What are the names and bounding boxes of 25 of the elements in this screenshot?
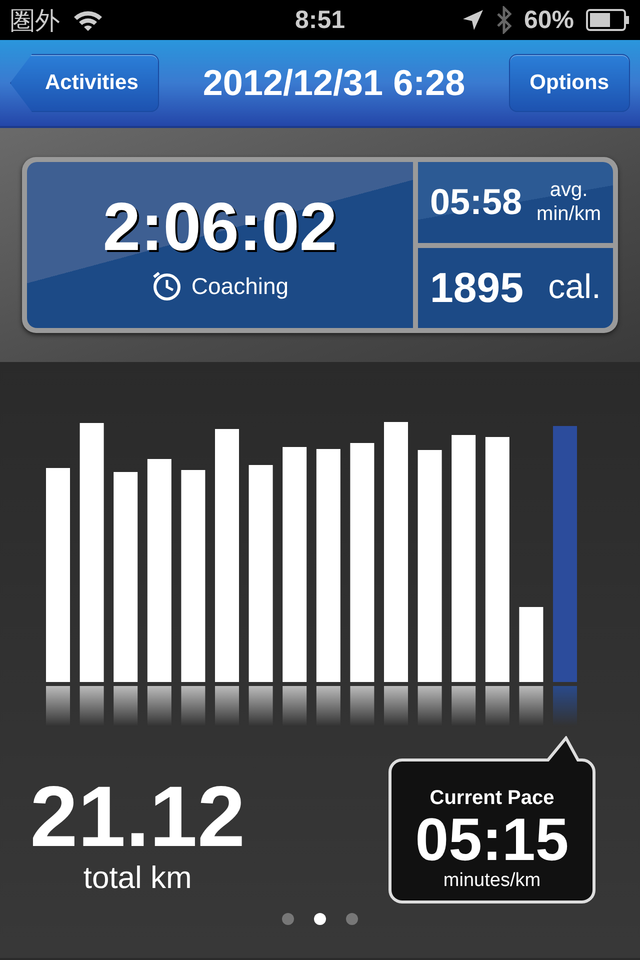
distance-value: 21.12 (30, 774, 246, 860)
pace-unit: avg. (550, 178, 588, 202)
screen-title: 2012/12/31 6:28 (202, 62, 466, 104)
pace-value: 05:58 (430, 181, 522, 224)
page-dot[interactable] (314, 913, 326, 925)
page-dot[interactable] (346, 913, 358, 925)
carrier-label: 圏外 (10, 6, 60, 36)
current-pace-label: Current Pace (430, 787, 554, 810)
calories-value: 1895 (430, 264, 524, 312)
clock: 8:51 (294, 6, 346, 34)
battery-percent: 60% (524, 6, 574, 34)
location-arrow-icon (462, 9, 484, 31)
coaching-label: Coaching (191, 272, 289, 300)
duration-value: 2:06:02 (102, 188, 338, 266)
current-pace-unit: minutes/km (443, 870, 541, 892)
options-button[interactable]: Options (508, 54, 630, 112)
page-dot[interactable] (282, 913, 294, 925)
pace-unit: min/km (536, 202, 601, 226)
battery-icon (586, 9, 630, 31)
distance-unit: total km (83, 860, 192, 896)
current-pace-value: 05:15 (415, 810, 569, 870)
calories-unit: cal. (548, 268, 601, 308)
stopwatch-icon (151, 270, 184, 302)
back-button[interactable]: Activities (10, 54, 160, 112)
bluetooth-icon (496, 6, 512, 34)
